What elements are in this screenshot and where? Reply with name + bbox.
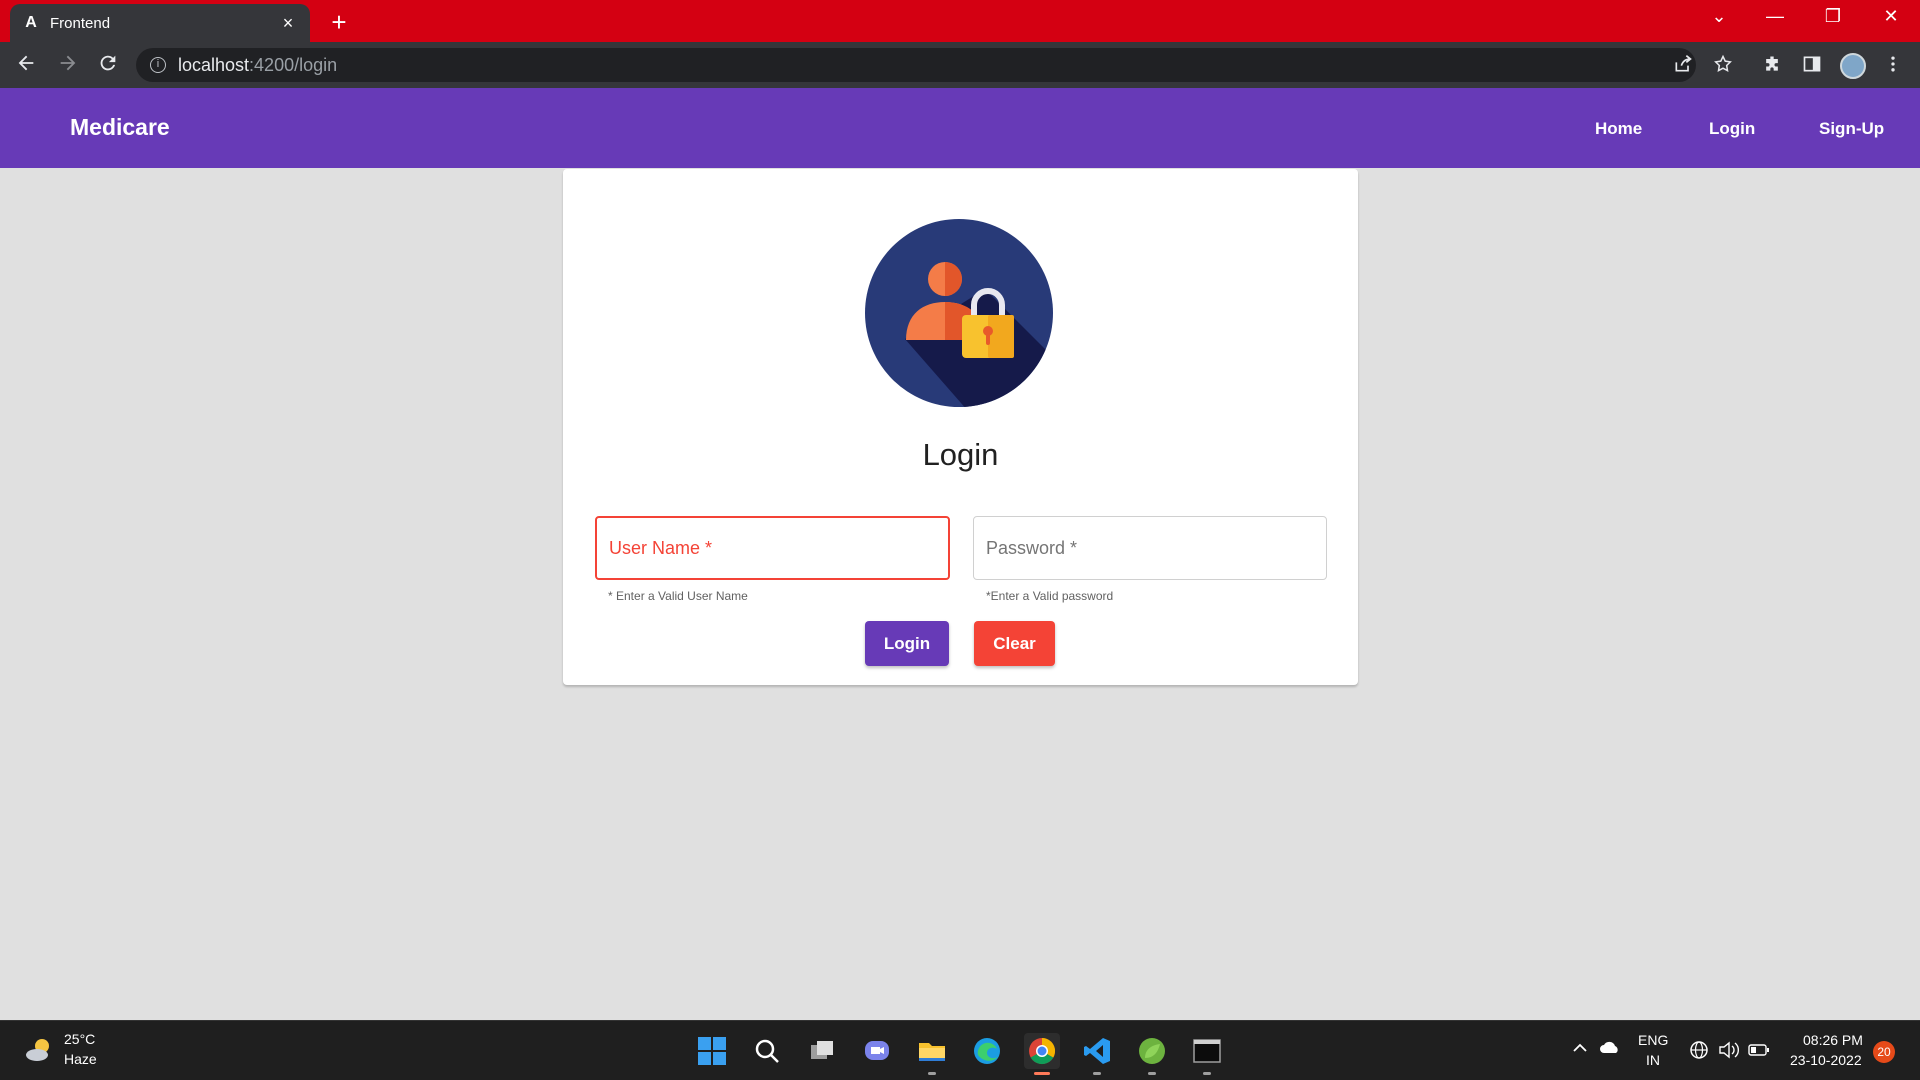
chrome-icon — [1029, 1037, 1056, 1065]
teams-chat[interactable] — [859, 1033, 895, 1069]
running-indicator — [1093, 1072, 1101, 1075]
angular-favicon-icon: A — [25, 14, 37, 31]
language-top[interactable]: ENG — [1638, 1032, 1668, 1048]
battery-icon[interactable] — [1748, 1042, 1770, 1061]
forward-arrow-icon — [60, 55, 76, 71]
taskbar-search[interactable] — [749, 1033, 785, 1069]
login-card: Login User Name * * Enter a Valid User N… — [563, 169, 1358, 685]
search-icon — [755, 1039, 779, 1063]
nav-home[interactable]: Home — [1595, 119, 1642, 139]
back-arrow-icon — [18, 55, 34, 71]
running-indicator — [1034, 1072, 1050, 1075]
running-indicator — [1148, 1072, 1156, 1075]
browser-tab-strip: A Frontend × + ⌄ — ❐ ✕ — [0, 0, 1920, 42]
tab-search-icon[interactable]: ⌄ — [1704, 6, 1734, 27]
restore-button[interactable]: ❐ — [1818, 6, 1848, 27]
minimize-button[interactable]: — — [1760, 6, 1790, 27]
windows-logo-icon — [698, 1037, 726, 1065]
username-field[interactable]: User Name * — [595, 516, 950, 580]
bookmark-star-icon[interactable] — [1710, 54, 1736, 80]
chrome-menu-icon[interactable] — [1880, 54, 1906, 80]
browser-tab[interactable]: A Frontend × — [10, 4, 310, 42]
vscode-icon — [1084, 1038, 1110, 1064]
extensions-puzzle-icon[interactable] — [1759, 54, 1785, 80]
clock-date[interactable]: 23-10-2022 — [1790, 1052, 1862, 1068]
password-field[interactable]: Password * — [973, 516, 1327, 580]
new-tab-button[interactable]: + — [325, 7, 353, 38]
reload-icon — [100, 55, 116, 71]
teams-chat-icon — [865, 1041, 889, 1060]
onedrive-cloud-icon[interactable] — [1599, 1039, 1621, 1058]
terminal[interactable] — [1189, 1033, 1225, 1075]
browser-toolbar: i localhost:4200/login — [0, 42, 1920, 88]
user-lock-icon — [865, 219, 1053, 407]
url-path: :4200/login — [249, 54, 338, 75]
task-view-icon — [811, 1041, 833, 1059]
password-hint: *Enter a Valid password — [986, 589, 1114, 603]
login-button[interactable]: Login — [865, 621, 949, 666]
username-hint: * Enter a Valid User Name — [608, 589, 748, 603]
file-explorer[interactable] — [914, 1033, 950, 1075]
site-info-icon[interactable]: i — [150, 57, 166, 73]
running-indicator — [1203, 1072, 1211, 1075]
close-window-button[interactable]: ✕ — [1876, 6, 1906, 27]
task-view[interactable] — [804, 1033, 840, 1069]
chrome-browser[interactable] — [1024, 1033, 1060, 1075]
back-button[interactable] — [12, 52, 40, 80]
weather-haze-icon[interactable] — [24, 1035, 54, 1065]
folder-icon — [919, 1043, 945, 1061]
share-icon[interactable] — [1670, 54, 1696, 80]
terminal-icon — [1193, 1039, 1221, 1063]
start-button[interactable] — [694, 1033, 730, 1069]
windows-taskbar: 25°C Haze ENG IN 08:26 PM 23-10-2022 20 — [0, 1020, 1920, 1080]
username-placeholder: User Name * — [609, 537, 713, 558]
weather-desc: Haze — [64, 1051, 97, 1067]
tab-title: Frontend — [50, 14, 111, 32]
nav-login[interactable]: Login — [1709, 119, 1755, 139]
running-indicator — [928, 1072, 936, 1075]
spring-leaf-icon — [1139, 1038, 1165, 1064]
forward-button[interactable] — [54, 52, 82, 80]
clock-time[interactable]: 08:26 PM — [1803, 1032, 1863, 1048]
tab-close-icon[interactable]: × — [278, 13, 298, 34]
address-bar[interactable]: i localhost:4200/login — [136, 48, 1696, 82]
password-placeholder: Password * — [986, 537, 1078, 558]
notification-badge[interactable]: 20 — [1873, 1041, 1895, 1063]
show-hidden-icons-chevron-icon[interactable] — [1571, 1039, 1589, 1060]
volume-icon[interactable] — [1718, 1040, 1740, 1063]
vscode[interactable] — [1079, 1033, 1115, 1075]
app-header: Medicare Home Login Sign-Up — [0, 88, 1920, 168]
nav-signup[interactable]: Sign-Up — [1819, 119, 1884, 139]
weather-temp: 25°C — [64, 1031, 96, 1047]
spring-tool-suite[interactable] — [1134, 1033, 1170, 1075]
clear-button[interactable]: Clear — [974, 621, 1055, 666]
reload-button[interactable] — [94, 52, 122, 80]
profile-avatar[interactable] — [1840, 53, 1866, 79]
language-bottom[interactable]: IN — [1646, 1052, 1660, 1068]
url-host: localhost — [178, 54, 250, 75]
edge-icon — [974, 1038, 1000, 1064]
edge-browser[interactable] — [969, 1033, 1005, 1069]
brand-logo[interactable]: Medicare — [70, 114, 170, 141]
network-globe-icon[interactable] — [1689, 1040, 1709, 1063]
side-panel-icon[interactable] — [1799, 54, 1825, 80]
login-title: Login — [922, 437, 999, 472]
